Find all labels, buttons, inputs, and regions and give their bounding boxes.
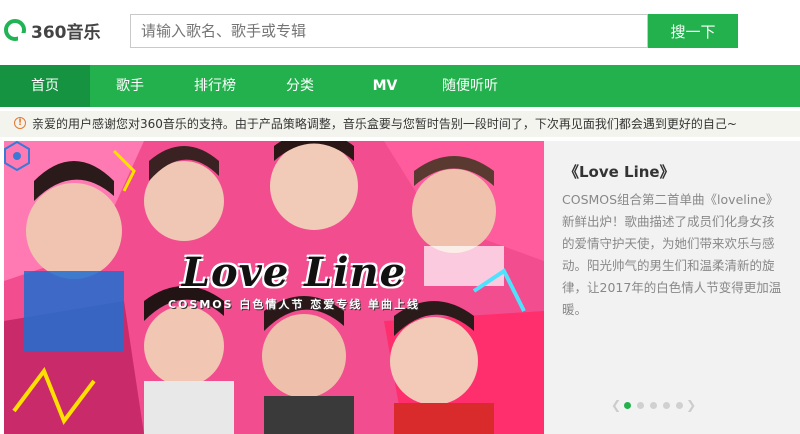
cosmos-badge-icon: [4, 141, 30, 171]
nav-item-random[interactable]: 随便听听: [430, 65, 510, 107]
carousel-indicators: ❮ ❯: [611, 398, 696, 412]
logo-text: 360音乐: [31, 22, 101, 43]
header: 360音乐 搜一下: [0, 0, 800, 62]
nav-item-home[interactable]: 首页: [0, 65, 90, 107]
notice-bar: ! 亲爱的用户感谢您对360音乐的支持。由于产品策略调整，音乐盒要与您暂时告别一…: [0, 111, 800, 137]
song-info-panel: 《Love Line》 COSMOS组合第二首单曲《loveline》新鲜出炉！…: [544, 141, 800, 434]
carousel-dot[interactable]: [624, 401, 632, 409]
carousel-next-icon[interactable]: ❯: [686, 398, 696, 412]
main-nav: 首页 歌手 排行榜 分类 MV 随便听听: [0, 65, 800, 107]
song-title[interactable]: 《Love Line》: [564, 161, 675, 182]
carousel-dot[interactable]: [650, 401, 658, 409]
logo-icon: [4, 19, 26, 41]
nav-item-mv[interactable]: MV: [345, 65, 425, 107]
promo-title: Love Line: [181, 249, 407, 296]
carousel-dot[interactable]: [637, 401, 645, 409]
promo-subtitle: COSMOS 白色情人节 恋爱专线 单曲上线: [167, 298, 421, 311]
nav-item-categories[interactable]: 分类: [260, 65, 340, 107]
notice-text: 亲爱的用户感谢您对360音乐的支持。由于产品策略调整，音乐盒要与您暂时告别一段时…: [32, 117, 737, 131]
song-description: COSMOS组合第二首单曲《loveline》新鲜出炉！歌曲描述了成员们化身女孩…: [562, 192, 782, 317]
search-input[interactable]: [130, 14, 648, 48]
carousel-dot[interactable]: [676, 401, 684, 409]
banner: Love Line COSMOS 白色情人节 恋爱专线 单曲上线 《Love L…: [0, 141, 800, 434]
nav-item-charts[interactable]: 排行榜: [175, 65, 255, 107]
logo[interactable]: 360音乐: [4, 16, 101, 44]
nav-item-singers[interactable]: 歌手: [90, 65, 170, 107]
banner-image[interactable]: Love Line COSMOS 白色情人节 恋爱专线 单曲上线: [4, 141, 544, 434]
warning-circle-icon: !: [14, 117, 26, 129]
carousel-prev-icon[interactable]: ❮: [611, 398, 621, 412]
search-button[interactable]: 搜一下: [648, 14, 738, 48]
carousel-dot[interactable]: [663, 401, 671, 409]
